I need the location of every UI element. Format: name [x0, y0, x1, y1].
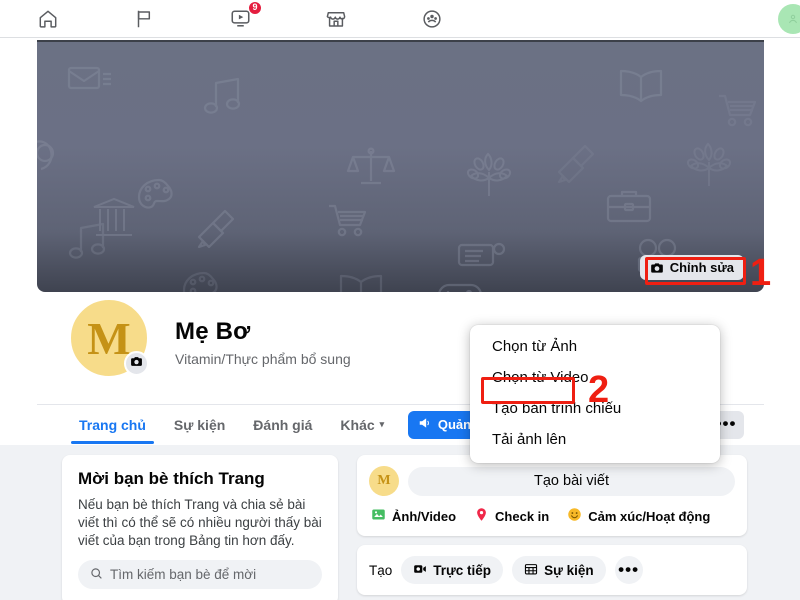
- menu-item-label: Tải ảnh lên: [492, 431, 567, 448]
- tab-danh-gia[interactable]: Đánh giá: [239, 405, 326, 444]
- nav-user-avatar[interactable]: [778, 3, 800, 34]
- composer-feeling-button[interactable]: Cảm xúc/Hoạt động: [567, 507, 710, 525]
- create-row-label: Tạo: [369, 562, 393, 578]
- chevron-down-icon: ▾: [379, 419, 385, 429]
- location-pin-icon: [474, 507, 489, 525]
- nav-flag-button[interactable]: [96, 2, 192, 36]
- calendar-icon: [524, 562, 538, 579]
- invite-card-title: Mời bạn bè thích Trang: [78, 469, 265, 488]
- menu-item-label: Chọn từ Ảnh: [492, 338, 578, 355]
- camera-icon: [650, 261, 664, 275]
- composer-top-row: M Tạo bài viết: [369, 466, 735, 496]
- camera-icon: [130, 355, 143, 373]
- edit-cover-button[interactable]: Chỉnh sửa: [639, 255, 744, 280]
- tab-spacer: [398, 405, 408, 444]
- photo-video-icon: [371, 507, 386, 525]
- page-shell: Chỉnh sửa 1 M Mẹ Bơ Vitamin/Thực phẩm bổ…: [0, 38, 800, 600]
- composer-action-label: Cảm xúc/Hoạt động: [588, 508, 711, 524]
- create-event-button[interactable]: Sự kiện: [512, 556, 606, 584]
- facebook-page-screenshot: 9 Chỉnh sửa 1 M Mẹ Bơ Vitamin/Thực phẩm …: [0, 0, 800, 600]
- megaphone-icon: [418, 416, 432, 433]
- cover-photo[interactable]: Chỉnh sửa: [37, 40, 764, 292]
- annotation-number-2: 2: [588, 369, 610, 411]
- page-avatar-wrap: M: [67, 296, 151, 380]
- tab-label: Khác: [340, 416, 375, 433]
- create-pill-label: Trực tiếp: [433, 562, 492, 578]
- ellipsis-icon: •••: [618, 559, 640, 579]
- post-composer-card: M Tạo bài viết Ảnh/Video Check in Cảm xú…: [357, 455, 747, 536]
- create-pill-label: Sự kiện: [544, 562, 594, 578]
- page-title: Mẹ Bơ: [175, 318, 251, 345]
- nav-icon-group: 9: [0, 0, 480, 36]
- tab-khac[interactable]: Khác ▾: [326, 405, 398, 444]
- invite-friends-card: Mời bạn bè thích Trang Nếu bạn bè thích …: [62, 455, 338, 600]
- composer-avatar[interactable]: M: [369, 466, 399, 496]
- menu-item-label: Chọn từ Video: [492, 369, 589, 386]
- composer-checkin-button[interactable]: Check in: [474, 507, 549, 525]
- edit-cover-label: Chỉnh sửa: [669, 260, 734, 275]
- tab-trang-chu[interactable]: Trang chủ: [65, 405, 160, 444]
- feed-column: M Tạo bài viết Ảnh/Video Check in Cảm xú…: [357, 455, 747, 595]
- home-icon: [37, 8, 59, 30]
- create-post-input[interactable]: Tạo bài viết: [408, 466, 735, 496]
- watch-notification-badge: 9: [248, 0, 262, 15]
- tab-label: Đánh giá: [253, 416, 313, 433]
- marketplace-store-icon: [325, 8, 347, 30]
- search-icon: [90, 567, 103, 583]
- create-live-button[interactable]: Trực tiếp: [401, 556, 504, 584]
- menu-item-chon-tu-anh[interactable]: Chọn từ Ảnh: [470, 331, 720, 362]
- tab-label: Sự kiện: [173, 416, 226, 433]
- edit-avatar-button[interactable]: [124, 351, 149, 376]
- page-body: Mời bạn bè thích Trang Nếu bạn bè thích …: [0, 445, 800, 600]
- create-more-button[interactable]: •••: [614, 556, 643, 584]
- nav-watch-button[interactable]: 9: [192, 0, 288, 36]
- create-row-card: Tạo Trực tiếp Sự kiện •••: [357, 545, 747, 595]
- annotation-number-1: 1: [750, 252, 772, 294]
- flag-icon: [133, 8, 155, 30]
- invite-search-input[interactable]: Tìm kiếm bạn bè để mời: [78, 560, 322, 590]
- profile-text: Mẹ Bơ Vitamin/Thực phẩm bổ sung: [175, 318, 351, 367]
- nav-groups-button[interactable]: [384, 2, 480, 36]
- composer-actions: Ảnh/Video Check in Cảm xúc/Hoạt động: [369, 507, 735, 525]
- top-navigation-bar: 9: [0, 0, 800, 38]
- invite-search-placeholder: Tìm kiếm bạn bè để mời: [110, 567, 257, 583]
- tab-su-kien[interactable]: Sự kiện: [160, 405, 239, 444]
- video-camera-icon: [413, 562, 427, 579]
- groups-icon: [421, 8, 443, 30]
- composer-action-label: Check in: [495, 508, 550, 524]
- smiley-icon: [567, 507, 582, 525]
- menu-item-tai-anh-len[interactable]: Tải ảnh lên: [470, 424, 720, 455]
- composer-action-label: Ảnh/Video: [392, 508, 457, 524]
- nav-home-button[interactable]: [0, 2, 96, 36]
- composer-photo-video-button[interactable]: Ảnh/Video: [371, 507, 456, 525]
- tab-label: Trang chủ: [79, 416, 146, 433]
- nav-marketplace-button[interactable]: [288, 2, 384, 36]
- page-category: Vitamin/Thực phẩm bổ sung: [175, 351, 351, 367]
- invite-card-description: Nếu bạn bè thích Trang và chia sẻ bài vi…: [78, 497, 322, 548]
